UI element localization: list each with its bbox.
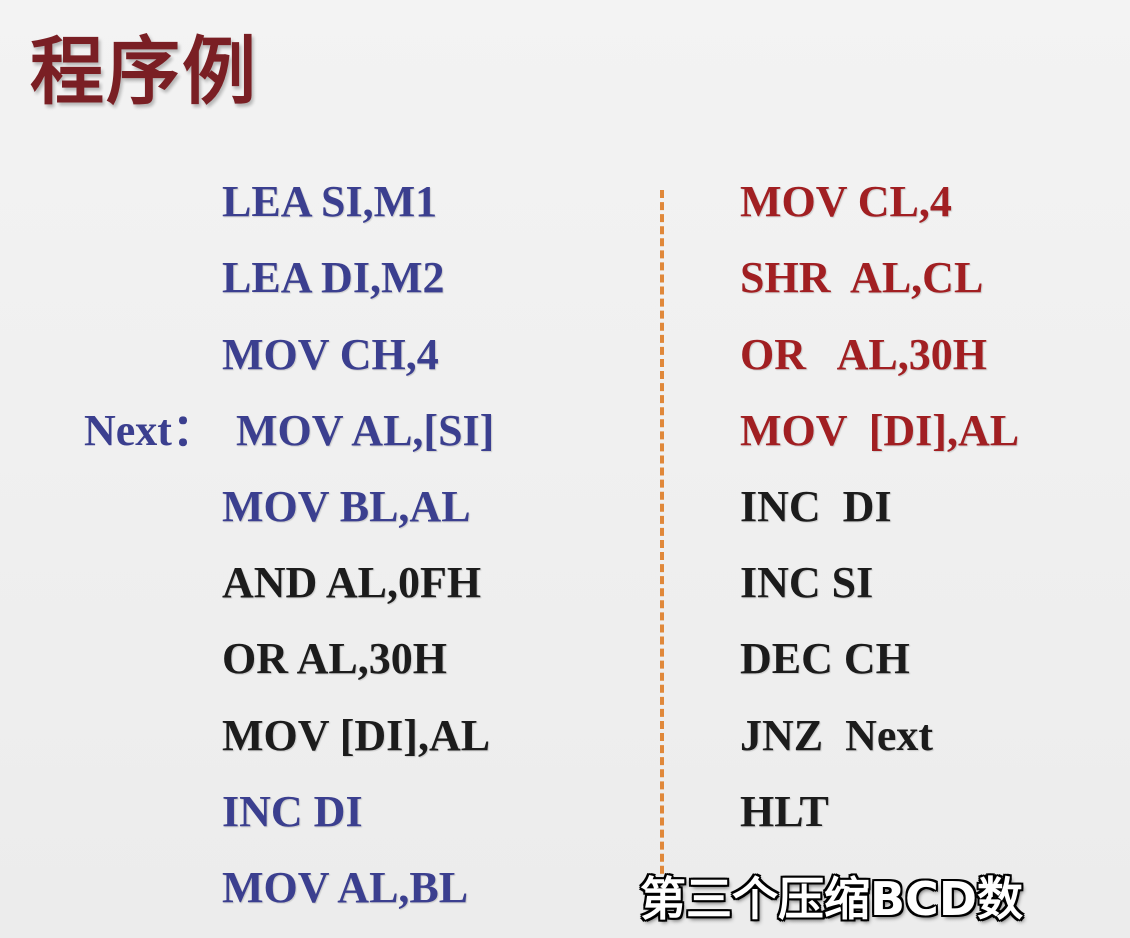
slide: 程序例 LEA SI,M1 LEA DI,M2 MOV CH,4 Next： M… — [0, 0, 1130, 938]
code-line-left-6: AND AL,0FH — [222, 558, 482, 607]
code-line-right-9: HLT — [740, 787, 829, 836]
code-line-left-5: MOV BL,AL — [222, 482, 471, 531]
code-line-left-3: MOV CH,4 — [222, 330, 439, 379]
code-line-right-3: OR AL,30H — [740, 330, 987, 379]
slide-title: 程序例 — [30, 29, 258, 115]
code-line-left-9: INC DI — [222, 787, 363, 836]
code-line-right-8: JNZ Next — [740, 711, 934, 760]
code-line-right-2: SHR AL,CL — [740, 253, 984, 302]
code-line-left-4: MOV AL,[SI] — [236, 406, 495, 455]
code-line-right-4: MOV [DI],AL — [740, 406, 1020, 455]
code-line-right-7: DEC CH — [740, 634, 910, 683]
code-line-right-5: INC DI — [740, 482, 892, 531]
code-line-left-7: OR AL,30H — [222, 634, 447, 683]
code-line-right-1: MOV CL,4 — [740, 177, 952, 226]
code-line-left-1: LEA SI,M1 — [222, 177, 438, 226]
code-line-left-10: MOV AL,BL — [222, 863, 469, 912]
video-caption: 第三个压缩BCD数 — [640, 872, 1024, 926]
code-line-left-2: LEA DI,M2 — [222, 253, 445, 302]
column-divider — [660, 190, 664, 910]
code-line-right-6: INC SI — [740, 558, 874, 607]
code-line-left-8: MOV [DI],AL — [222, 711, 491, 760]
next-label: Next： — [84, 406, 216, 455]
